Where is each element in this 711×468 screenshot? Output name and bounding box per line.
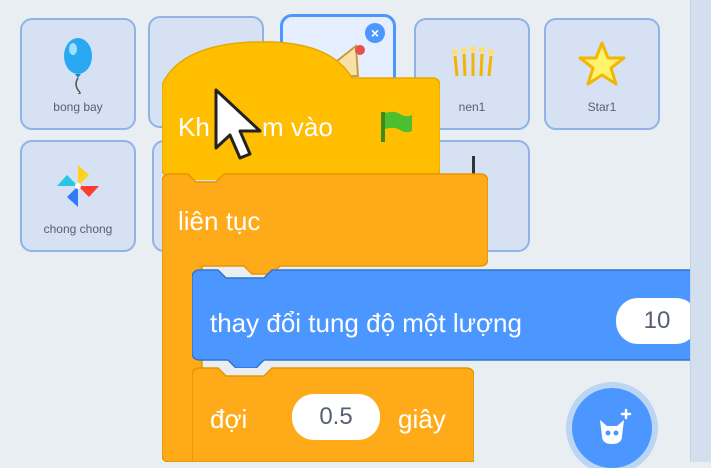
sprite-tile-bong-bay[interactable]: bong bay [20, 18, 136, 130]
balloon-icon [22, 34, 134, 94]
change-y-amount-input[interactable]: 10 [616, 298, 698, 344]
pinwheel-icon [22, 156, 134, 216]
sprite-name: bong bay [53, 100, 103, 114]
scrollbar-strip[interactable] [690, 0, 711, 462]
green-flag-icon [381, 111, 412, 142]
star-icon [546, 34, 658, 94]
mouse-pointer-icon [214, 88, 262, 160]
sprite-tile-chong-chong[interactable]: chong chong [20, 140, 136, 252]
sprite-name: chong chong [43, 222, 113, 236]
sprite-tile-star1[interactable]: Star1 [544, 18, 660, 130]
cat-plus-icon [600, 408, 632, 444]
add-sprite-button[interactable] [572, 388, 652, 468]
forever-block-label: liên tục [178, 206, 261, 236]
wait-seconds-input[interactable]: 0.5 [292, 394, 380, 440]
wait-unit-label: giây [398, 404, 446, 434]
change-y-by-label: thay đổi tung độ một lượng [210, 308, 522, 338]
change-y-by-block[interactable]: thay đổi tung độ một lượng 10 [192, 268, 711, 368]
sprite-pane: bong bay × nen1 Star1 chong chong Kh m v… [0, 0, 711, 468]
wait-label: đợi [210, 404, 248, 434]
wait-block[interactable]: đợi 0.5 giây [192, 366, 474, 462]
hat-block-label-part: Kh [178, 112, 210, 142]
sprite-name: Star1 [587, 100, 617, 114]
hat-block-label-part: m vào [262, 112, 333, 142]
hat-block-when-flag-clicked[interactable]: Kh m vào [162, 40, 440, 180]
